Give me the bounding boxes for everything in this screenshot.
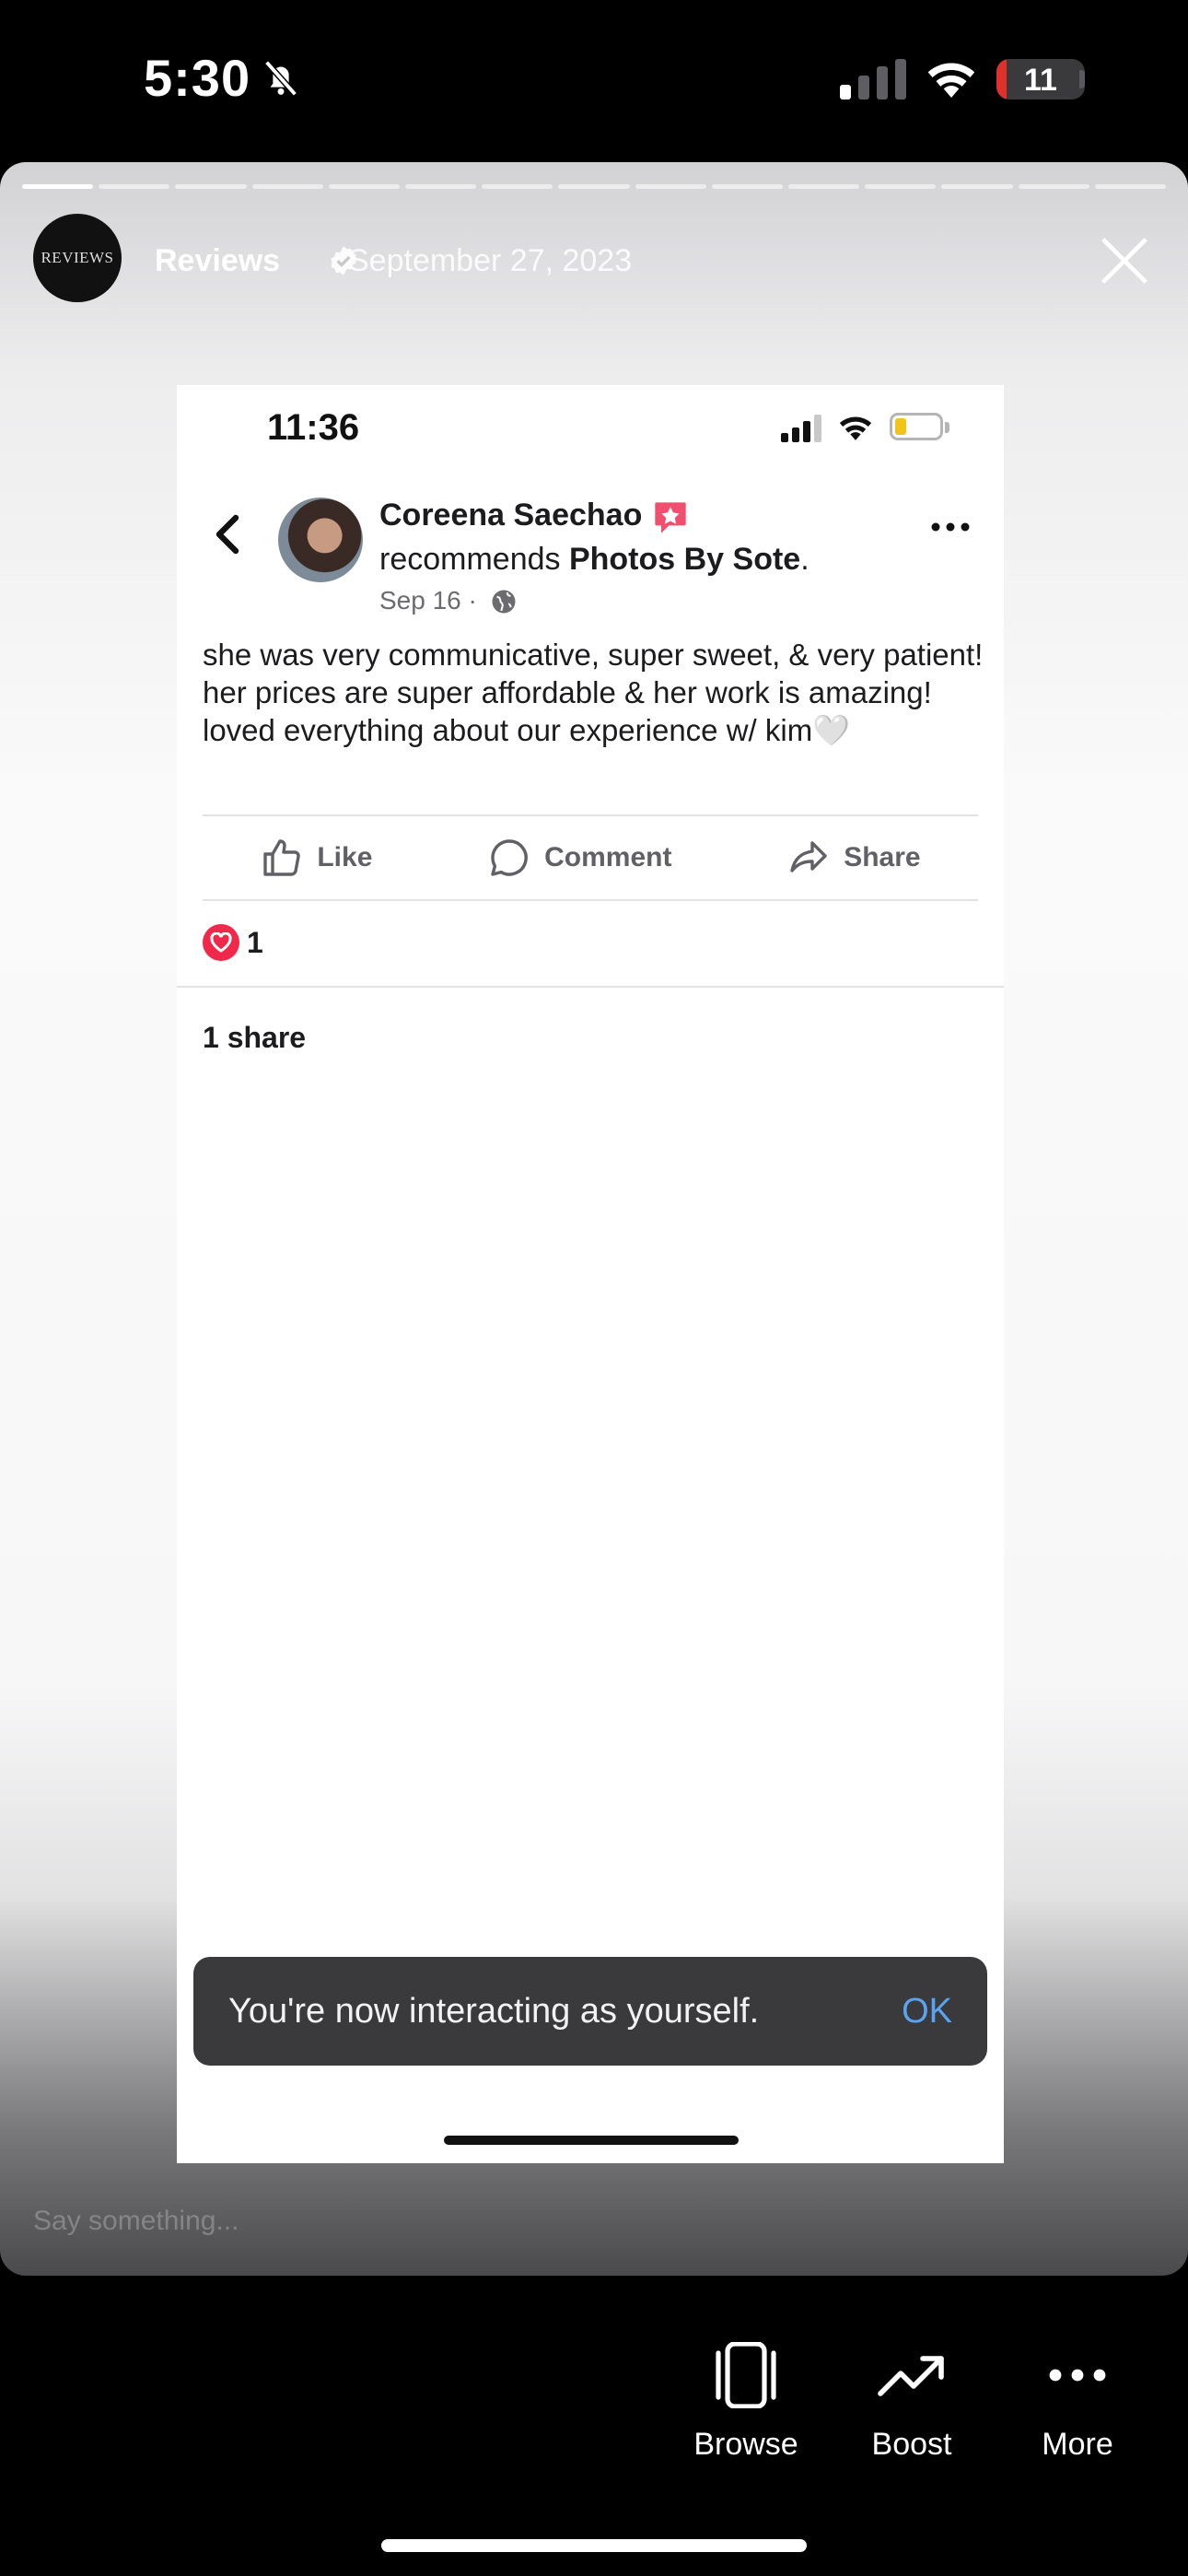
progress-segment — [788, 184, 860, 189]
top-fan-badge-icon — [655, 502, 686, 533]
trending-up-icon — [878, 2356, 944, 2396]
inner-signal-icon — [781, 415, 821, 442]
post-actions: Like Comment Share — [203, 818, 978, 897]
reactions-summary: 1 — [203, 919, 263, 966]
progress-segment — [405, 184, 477, 189]
recommended-page-name: Photos By Sote — [568, 542, 801, 577]
toast-notification: You're now interacting as yourself. OK — [193, 1957, 987, 2066]
progress-segment — [22, 184, 94, 189]
inner-status-time: 11:36 — [267, 407, 360, 448]
boost-button[interactable]: Boost — [829, 2342, 995, 2463]
status-time: 5:30 — [144, 49, 251, 107]
progress-segment — [865, 184, 937, 189]
progress-segment — [711, 184, 784, 189]
progress-segment — [99, 184, 170, 189]
progress-segment — [1094, 184, 1167, 189]
status-bar: 5:30 11 — [0, 0, 1188, 161]
reaction-count: 1 — [247, 925, 263, 959]
globe-icon — [492, 590, 516, 614]
story-date: September 27, 2023 — [348, 243, 633, 278]
progress-segment — [1018, 184, 1089, 189]
more-button[interactable]: More — [995, 2342, 1160, 2463]
heart-icon — [210, 932, 232, 953]
progress-segment — [635, 184, 706, 189]
browse-button[interactable]: Browse — [663, 2342, 829, 2463]
more-options-icon — [931, 522, 970, 532]
author-name: Coreena Saechao — [379, 498, 643, 533]
bottom-toolbar: Browse Boost More — [0, 2294, 1188, 2478]
boost-label: Boost — [871, 2427, 952, 2462]
like-label: Like — [317, 842, 373, 872]
reply-input[interactable]: Say something... — [33, 2206, 239, 2237]
post-text: she was very communicative, super sweet,… — [203, 638, 984, 747]
bell-slash-icon — [264, 60, 297, 97]
account-avatar[interactable]: REVIEWS — [33, 214, 122, 302]
battery-indicator: 11 — [996, 59, 1085, 100]
divider — [203, 899, 978, 901]
share-icon — [790, 841, 827, 872]
like-icon — [263, 839, 301, 876]
share-action: Share — [786, 836, 921, 880]
recommends-line: recommends Photos By Sote. — [379, 542, 809, 578]
share-label: Share — [844, 842, 921, 872]
inner-battery-level — [895, 418, 906, 435]
progress-segment — [328, 184, 401, 189]
battery-cap — [1079, 70, 1085, 88]
browse-icon — [716, 2342, 776, 2408]
inner-battery-icon — [890, 413, 943, 440]
close-icon[interactable] — [1096, 232, 1153, 289]
inner-home-indicator — [444, 2136, 739, 2145]
recommends-period: . — [800, 542, 809, 577]
recommends-text: recommends — [379, 542, 569, 577]
progress-segment — [941, 184, 1013, 189]
comment-label: Comment — [544, 842, 672, 872]
author-avatar — [278, 498, 363, 582]
more-label: More — [1042, 2427, 1113, 2462]
battery-percent: 11 — [1024, 63, 1057, 98]
share-count: 1 share — [203, 1021, 307, 1054]
inner-battery-cap — [945, 422, 949, 433]
cellular-signal-icon — [840, 59, 906, 100]
progress-segment — [558, 184, 630, 189]
progress-segment — [175, 184, 247, 189]
story-header: REVIEWS Reviews September 27, 2023 — [33, 214, 1166, 306]
divider — [203, 814, 978, 816]
like-action: Like — [260, 836, 372, 880]
love-reaction-icon — [203, 924, 239, 961]
progress-segment — [251, 184, 323, 189]
post-date: Sep 16 · — [379, 586, 477, 615]
account-name[interactable]: Reviews — [155, 243, 280, 279]
more-dots-icon — [1049, 2369, 1106, 2382]
wifi-icon — [927, 63, 975, 98]
account-logo-text: REVIEWS — [41, 249, 114, 266]
home-indicator — [381, 2539, 807, 2552]
comment-action: Comment — [487, 836, 671, 880]
back-chevron-icon — [215, 514, 239, 555]
story-progress-bar — [22, 184, 1167, 190]
toast-message: You're now interacting as yourself. — [228, 1992, 760, 2031]
browse-label: Browse — [693, 2427, 798, 2462]
story-screenshot: 11:36 Coreena Saechao recommends Photos … — [177, 385, 1004, 2163]
divider — [177, 986, 1004, 988]
progress-segment — [482, 184, 553, 189]
inner-wifi-icon — [839, 416, 872, 440]
comment-icon — [491, 839, 528, 876]
toast-ok-button[interactable]: OK — [902, 1992, 952, 2032]
